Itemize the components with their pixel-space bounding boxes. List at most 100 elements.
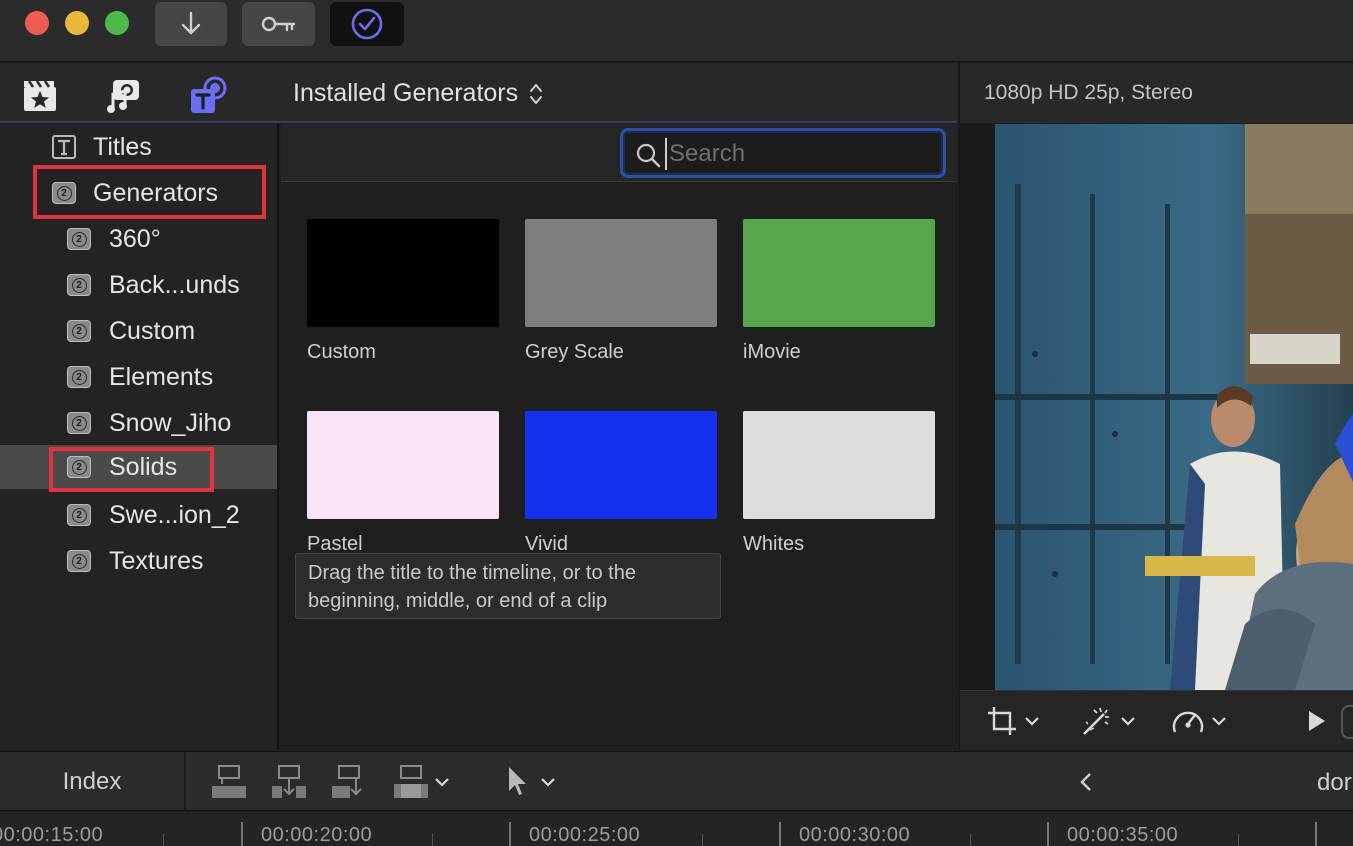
timeline-toolbar: Index dor xyxy=(0,751,1353,811)
check-circle-icon xyxy=(351,8,383,40)
append-clip-icon xyxy=(332,765,362,798)
camera-music-icon xyxy=(107,80,139,113)
browser-search-bar xyxy=(281,124,957,182)
timeline-ruler[interactable]: 00:00:15:00 00:00:20:00 00:00:25:00 00:0… xyxy=(0,812,1353,846)
generator-thumbnail-custom[interactable] xyxy=(307,219,499,327)
generator-icon: 2 xyxy=(67,274,91,296)
generator-label: iMovie xyxy=(743,341,801,363)
ruler-tick xyxy=(1238,834,1239,846)
generator-filter-label: Installed Generators xyxy=(293,79,519,107)
generator-icon: 2 xyxy=(67,412,91,434)
generator-label: Custom xyxy=(307,341,376,363)
chevron-down-icon[interactable] xyxy=(434,776,450,788)
crop-menu[interactable] xyxy=(986,703,1040,739)
photos-audio-tab[interactable] xyxy=(104,75,144,115)
import-button[interactable] xyxy=(155,2,227,46)
ruler-tick xyxy=(970,834,971,846)
chevron-down-icon xyxy=(1212,717,1226,726)
chevron-down-icon xyxy=(1121,717,1135,726)
key-icon xyxy=(261,16,295,32)
minimize-window-button[interactable] xyxy=(65,11,89,35)
ruler-tick xyxy=(779,822,781,846)
up-down-chevron-icon xyxy=(530,83,543,104)
generator-thumbnail-whites[interactable] xyxy=(743,411,935,519)
arrow-cursor-icon xyxy=(509,767,526,795)
browser-header: Installed Generators xyxy=(0,63,957,123)
sidebar-item-textures[interactable]: 2 Textures xyxy=(0,539,277,583)
overwrite-clip-icon xyxy=(394,765,428,798)
ruler-tick xyxy=(163,834,164,846)
titles-generators-tab[interactable] xyxy=(188,75,228,115)
keywords-button[interactable] xyxy=(242,2,315,46)
sidebar-item-elements[interactable]: 2 Elements xyxy=(0,355,277,399)
back-button[interactable] xyxy=(1078,764,1094,800)
ruler-tick xyxy=(1047,822,1049,846)
index-label: Index xyxy=(62,767,122,795)
sidebar-item-label: Back...unds xyxy=(109,270,240,299)
ruler-tick xyxy=(702,834,703,846)
viewer-frame xyxy=(995,124,1353,690)
sidebar-item-snow-jiho[interactable]: 2 Snow_Jiho xyxy=(0,401,277,445)
timeline-project-name: dor xyxy=(1317,769,1352,796)
insert-clip-icon xyxy=(272,765,306,798)
sidebar-item-label: Elements xyxy=(109,362,214,391)
generator-thumbnail-vivid[interactable] xyxy=(525,411,717,519)
search-input[interactable] xyxy=(665,138,935,170)
index-button[interactable]: Index xyxy=(0,752,186,811)
chevron-left-icon xyxy=(1080,773,1091,791)
ruler-tick xyxy=(1315,822,1317,846)
insert-clip-button[interactable] xyxy=(270,764,308,800)
sidebar-item-label: Textures xyxy=(109,546,204,575)
retime-menu[interactable] xyxy=(1171,703,1227,739)
sidebar-item-label: Swe...ion_2 xyxy=(109,500,240,529)
ruler-tick xyxy=(241,822,243,846)
drag-tooltip: Drag the title to the timeline, or to th… xyxy=(295,553,721,619)
viewer-controls xyxy=(959,690,1353,750)
magic-wand-icon xyxy=(1083,707,1109,735)
tooltip-line: beginning, middle, or end of a clip xyxy=(308,590,608,612)
generator-thumbnail-grey-scale[interactable] xyxy=(525,219,717,327)
overwrite-clip-button[interactable] xyxy=(392,764,450,800)
play-button[interactable] xyxy=(1307,703,1327,739)
speedometer-icon xyxy=(1172,711,1204,733)
generator-thumbnail-imovie[interactable] xyxy=(743,219,935,327)
generators-sidebar: Titles 2 Generators 2 360° 2 Back...unds… xyxy=(0,124,279,750)
zoom-window-button[interactable] xyxy=(105,11,129,35)
crop-icon xyxy=(988,707,1016,735)
sidebar-item-backgrounds[interactable]: 2 Back...unds xyxy=(0,263,277,307)
append-clip-button[interactable] xyxy=(330,764,368,800)
sidebar-item-label: Titles xyxy=(93,132,152,161)
fullscreen-button[interactable] xyxy=(1341,705,1353,739)
generator-thumbnail-pastel[interactable] xyxy=(307,411,499,519)
titles-generators-icon xyxy=(191,76,227,113)
title-bar xyxy=(0,0,1353,62)
tooltip-line: Drag the title to the timeline, or to th… xyxy=(308,562,636,584)
connect-clip-button[interactable] xyxy=(210,764,248,800)
generator-icon: 2 xyxy=(67,550,91,572)
timecode-label: 00:00:15:00 xyxy=(0,824,104,846)
tool-select-menu[interactable] xyxy=(506,764,556,800)
chevron-down-icon xyxy=(541,778,555,787)
highlight-box-generators xyxy=(33,165,266,219)
sidebar-item-custom[interactable]: 2 Custom xyxy=(0,309,277,353)
video-frame-image xyxy=(995,124,1353,690)
generator-grid: Custom Grey Scale iMovie Pastel Vivid Wh… xyxy=(281,183,957,750)
sidebar-item-sweden-2[interactable]: 2 Swe...ion_2 xyxy=(0,493,277,537)
timecode-label: 00:00:20:00 xyxy=(261,824,373,846)
close-window-button[interactable] xyxy=(25,11,49,35)
libraries-tab[interactable] xyxy=(20,75,60,115)
connect-clip-icon xyxy=(212,765,246,798)
viewer[interactable] xyxy=(959,124,1353,690)
background-tasks-button[interactable] xyxy=(330,2,404,46)
highlight-box-solids xyxy=(49,447,214,492)
generator-label: Whites xyxy=(743,533,805,555)
ruler-tick xyxy=(509,822,511,846)
sidebar-item-360[interactable]: 2 360° xyxy=(0,217,277,261)
timecode-label: 00:00:35:00 xyxy=(1067,824,1179,846)
search-field[interactable] xyxy=(620,128,946,178)
search-icon xyxy=(636,143,661,168)
generator-filter-menu[interactable]: Installed Generators xyxy=(293,79,544,108)
enhance-menu[interactable] xyxy=(1080,703,1136,739)
sidebar-item-titles[interactable]: Titles xyxy=(0,125,277,169)
ruler-tick xyxy=(432,834,433,846)
